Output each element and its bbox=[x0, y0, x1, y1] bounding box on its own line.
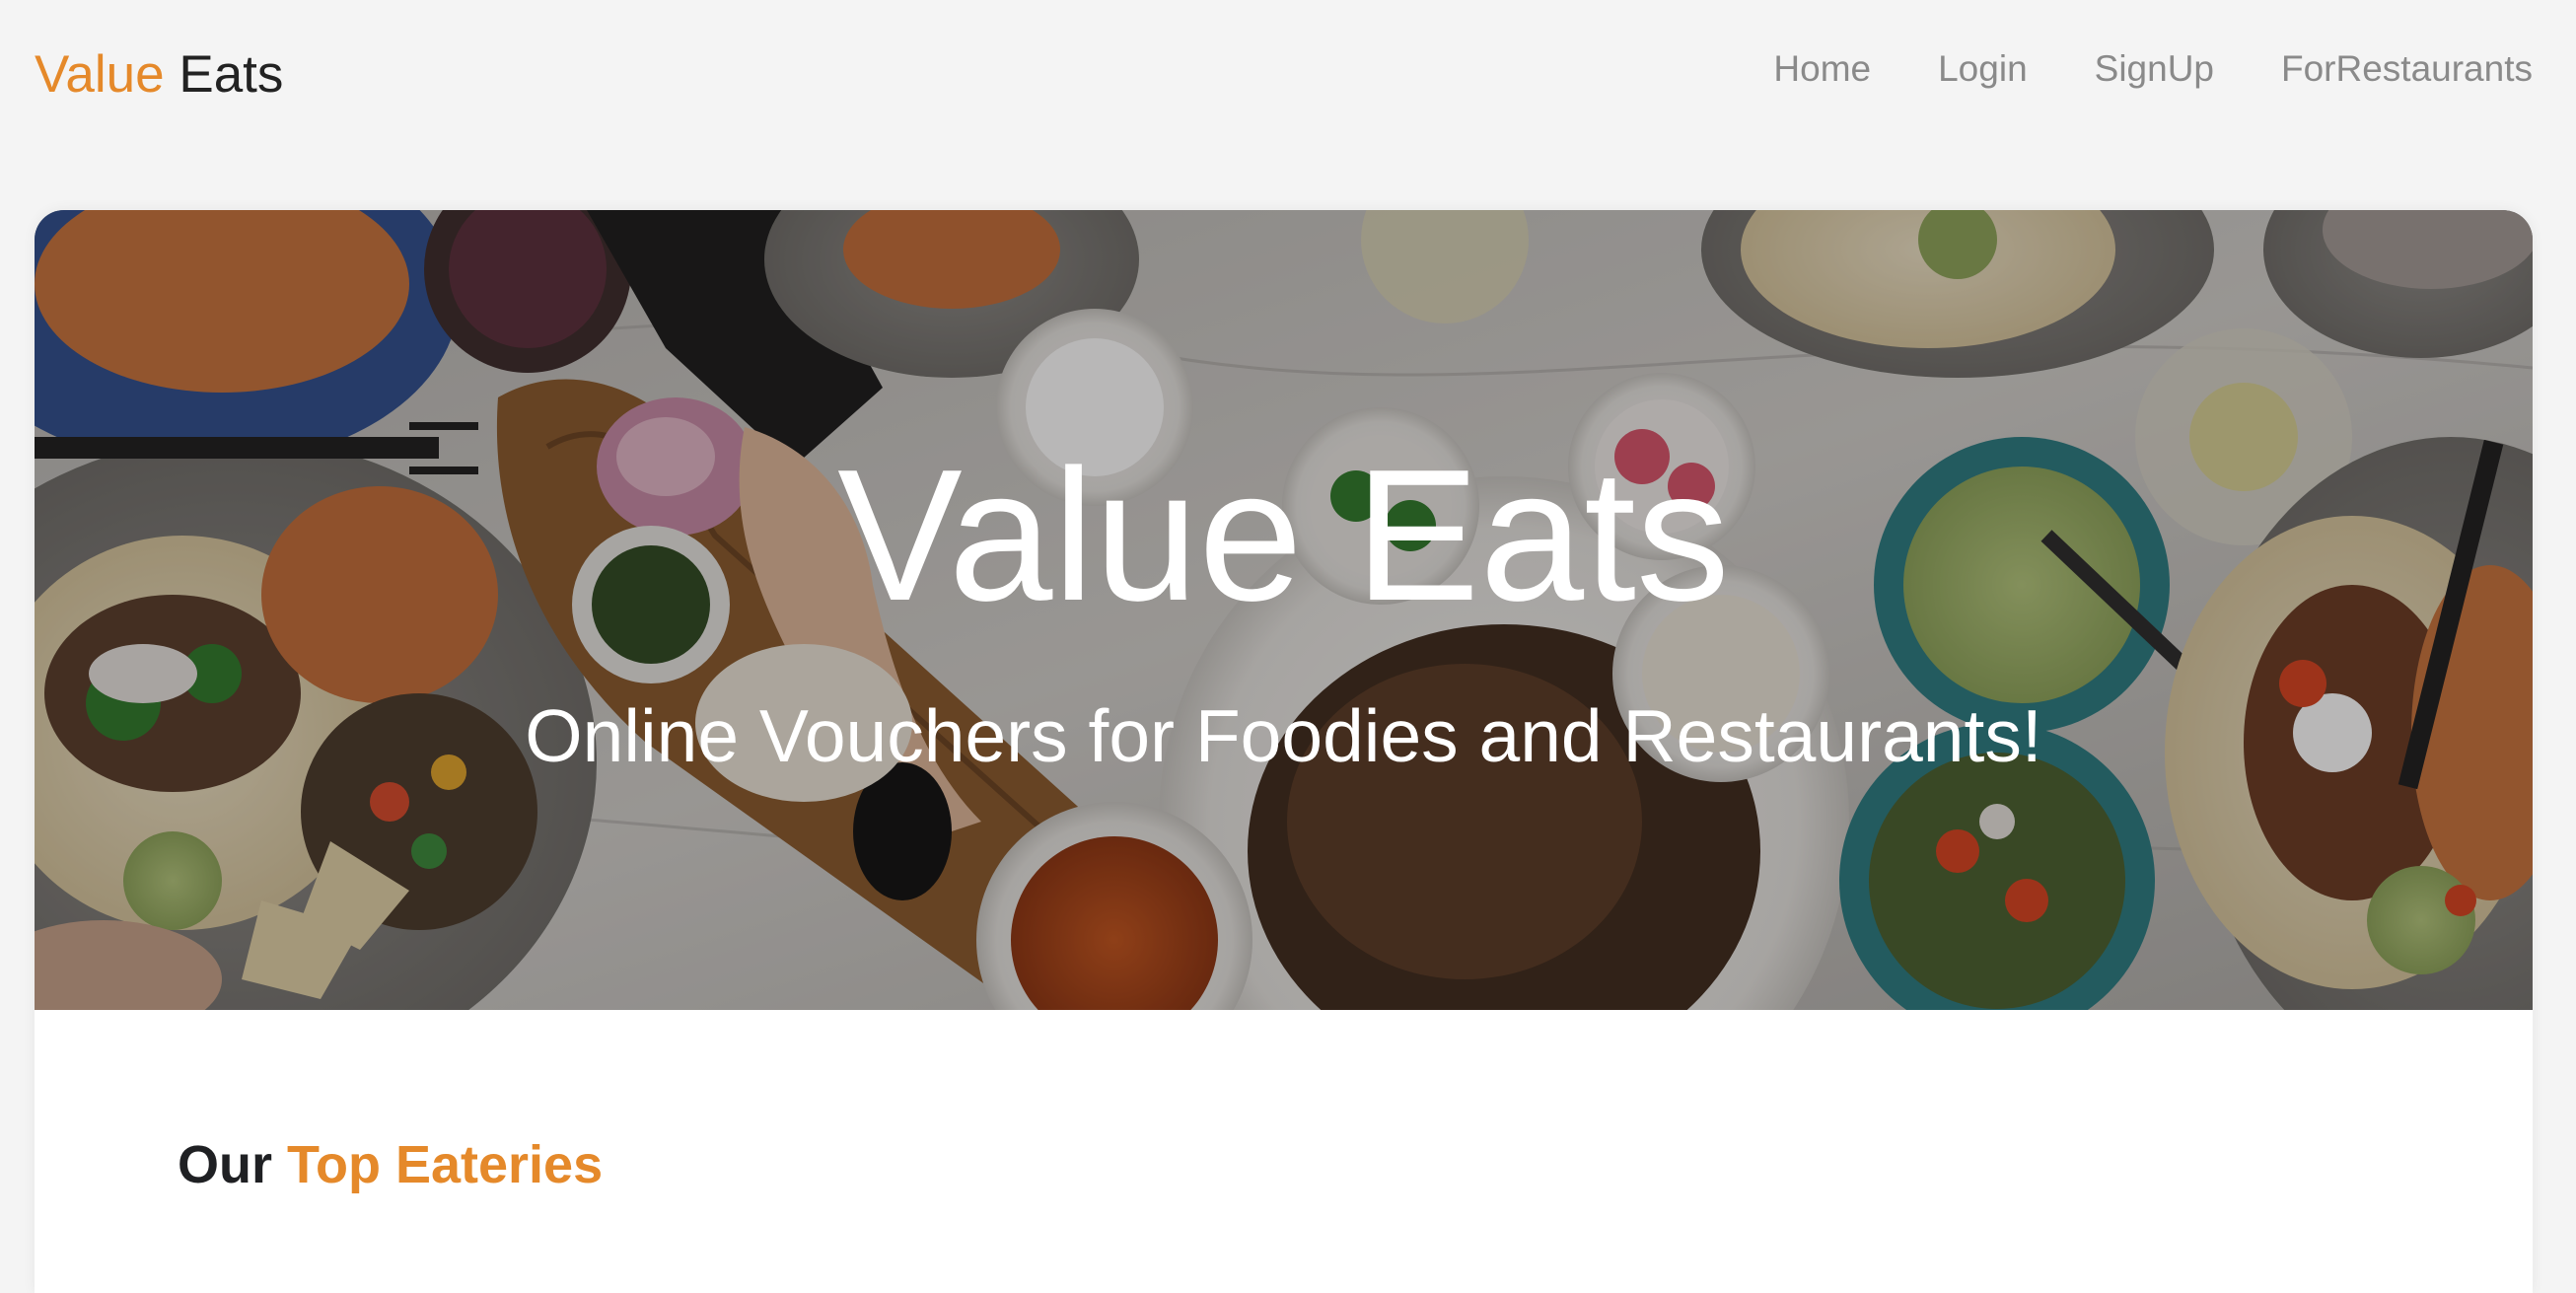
hero-subtitle: Online Vouchers for Foodies and Restaura… bbox=[525, 694, 2042, 777]
nav-links: Home Login SignUp ForRestaurants bbox=[1706, 45, 2533, 93]
nav-link-home[interactable]: Home bbox=[1773, 45, 1871, 93]
top-navbar: Value Eats Home Login SignUp ForRestaura… bbox=[0, 0, 2576, 148]
top-eateries-heading: Our Top Eateries bbox=[178, 1132, 603, 1197]
brand-logo[interactable]: Value Eats bbox=[35, 41, 283, 108]
nav-link-login[interactable]: Login bbox=[1938, 45, 2028, 93]
main-card: Value Eats Online Vouchers for Foodies a… bbox=[35, 210, 2533, 1293]
nav-link-signup[interactable]: SignUp bbox=[2095, 45, 2214, 93]
hero-banner: Value Eats Online Vouchers for Foodies a… bbox=[35, 210, 2533, 1010]
brand-text: Eats bbox=[164, 45, 284, 104]
section-heading-accent: Top Eateries bbox=[287, 1135, 604, 1194]
nav-link-for-restaurants[interactable]: ForRestaurants bbox=[2281, 45, 2533, 93]
section-heading-prefix: Our bbox=[178, 1135, 288, 1194]
brand-accent-text: Value bbox=[35, 45, 165, 104]
hero-title: Value Eats bbox=[837, 431, 1730, 640]
